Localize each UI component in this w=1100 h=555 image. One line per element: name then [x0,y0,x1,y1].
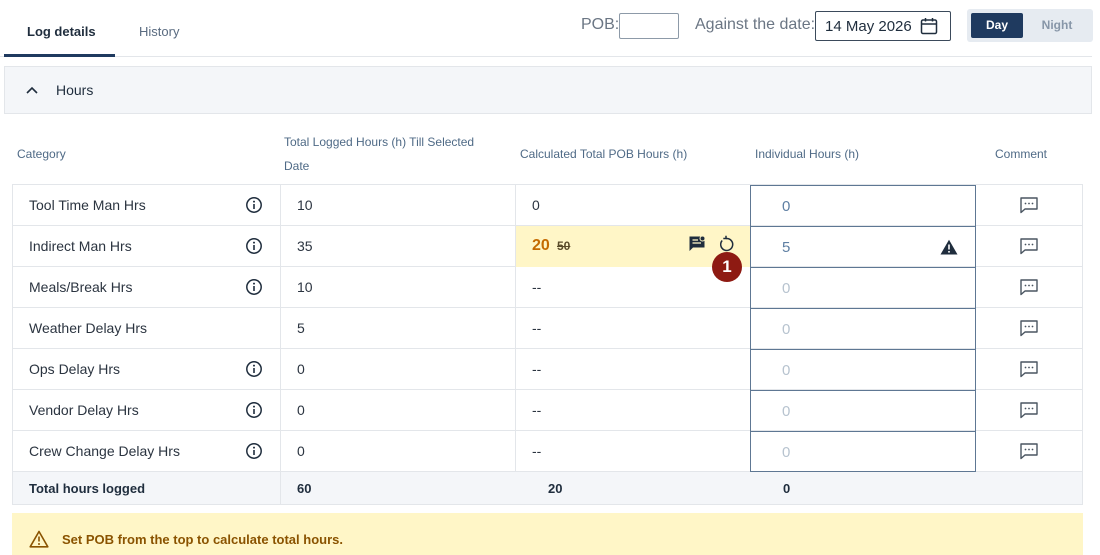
comment-icon[interactable] [1019,360,1039,378]
individual-hours-input[interactable]: 0 [750,267,976,308]
individual-hours-value: 0 [782,198,791,215]
warning-icon [29,530,49,548]
warning-icon [940,239,958,255]
column-header-total-logged-line1: Total Logged Hours (h) Till Selected [284,135,475,149]
individual-hours-value: 5 [782,239,791,256]
date-value: 14 May 2026 [825,18,912,35]
individual-hours-value: 0 [782,444,791,461]
date-picker[interactable]: 14 May 2026 [815,11,951,41]
column-header-total-logged-line2: Date [284,159,310,173]
shift-toggle: Day Night [967,9,1093,42]
table-row: -- Weather Delay Hrs 5 0 [13,308,1082,349]
individual-hours-input[interactable]: 5 [750,226,976,267]
calculated-hours: 0 [532,197,540,213]
warning-banner: Set POB from the top to calculate total … [12,513,1083,555]
tab-bar: Log details History POB: Against the dat… [0,0,1093,57]
calculated-hours: -- [532,361,542,377]
hours-section-header[interactable]: Hours [4,66,1092,114]
table-row: -- Ops Delay Hrs 0 0 [13,349,1082,390]
calendar-icon[interactable] [920,17,938,35]
individual-sum: 0 [783,481,791,496]
individual-hours-input[interactable]: 0 [750,390,976,431]
tab-log-details[interactable]: Log details [27,24,96,39]
pob-label: POB: [581,16,620,33]
info-icon[interactable] [245,401,263,419]
undo-icon[interactable] [717,235,735,253]
column-header-individual: Individual Hours (h) [755,147,860,161]
info-icon[interactable] [245,278,263,296]
calculated-hours-new: 20 [532,237,550,254]
column-header-category: Category [17,147,66,161]
column-header-calculated: Calculated Total POB Hours (h) [520,147,688,161]
individual-hours-value: 0 [782,403,791,420]
comment-icon[interactable] [1019,278,1039,296]
individual-hours-value: 0 [782,362,791,379]
table-row: 20 50 Indirect Man Hrs 35 5 [13,226,1082,267]
comment-icon[interactable] [1019,442,1039,460]
total-logged-hours: 10 [297,279,313,295]
table-row: -- Vendor Delay Hrs 0 0 [13,390,1082,431]
calculated-sum: 20 [548,481,563,496]
total-logged-hours: 0 [297,443,305,459]
row-category: Tool Time Man Hrs [29,197,146,213]
calculated-hours: -- [532,402,542,418]
step-badge: 1 [712,252,742,282]
individual-hours-value: 0 [782,321,791,338]
date-label: Against the date: [695,16,816,33]
info-icon[interactable] [245,237,263,255]
note-icon[interactable] [688,235,706,253]
active-tab-indicator [4,54,115,57]
table-row: 0 Tool Time Man Hrs 10 0 [13,185,1082,226]
info-icon[interactable] [245,442,263,460]
column-divider [515,185,516,472]
individual-hours-value: 0 [782,280,791,297]
total-logged-hours: 10 [297,197,313,213]
row-category: Weather Delay Hrs [29,320,148,336]
chevron-up-icon[interactable] [25,83,39,97]
individual-hours-input[interactable]: 0 [750,431,976,472]
column-divider [280,185,281,504]
comment-icon[interactable] [1019,401,1039,419]
table-row: -- Crew Change Delay Hrs 0 0 [13,431,1082,472]
total-logged-sum: 60 [297,481,312,496]
comment-icon[interactable] [1019,237,1039,255]
calculated-hours: -- [532,279,542,295]
individual-hours-input[interactable]: 0 [750,349,976,390]
tab-history[interactable]: History [139,24,179,39]
section-title: Hours [56,82,94,98]
calculated-hours: -- [532,443,542,459]
column-header-comment: Comment [995,147,1048,161]
comment-icon[interactable] [1019,196,1039,214]
info-icon[interactable] [245,196,263,214]
total-logged-hours: 35 [297,238,313,254]
row-category: Meals/Break Hrs [29,279,133,295]
total-logged-hours: 0 [297,402,305,418]
calculated-hours: -- [532,320,542,336]
info-icon[interactable] [245,360,263,378]
total-row: Total hours logged 60 20 0 [13,472,1082,504]
total-logged-hours: 0 [297,361,305,377]
total-logged-hours: 5 [297,320,305,336]
row-category: Crew Change Delay Hrs [29,443,180,459]
shift-night-button[interactable]: Night [1029,13,1085,38]
hours-table: 0 Tool Time Man Hrs 10 0 20 50 Indirect Man Hr… [12,184,1083,505]
row-category: Ops Delay Hrs [29,361,121,377]
calculated-hours-previous: 50 [557,239,571,253]
shift-day-button[interactable]: Day [971,13,1023,38]
comment-icon[interactable] [1019,319,1039,337]
row-category: Vendor Delay Hrs [29,402,139,418]
column-header-total-logged: Total Logged Hours (h) Till Selected Dat… [284,130,504,178]
banner-message: Set POB from the top to calculate total … [62,532,343,547]
row-category: Indirect Man Hrs [29,238,132,254]
individual-hours-input[interactable]: 0 [750,308,976,349]
total-row-label: Total hours logged [29,481,146,496]
individual-hours-input[interactable]: 0 [750,185,976,226]
table-row: -- Meals/Break Hrs 10 0 [13,267,1082,308]
pob-input[interactable] [619,13,679,39]
